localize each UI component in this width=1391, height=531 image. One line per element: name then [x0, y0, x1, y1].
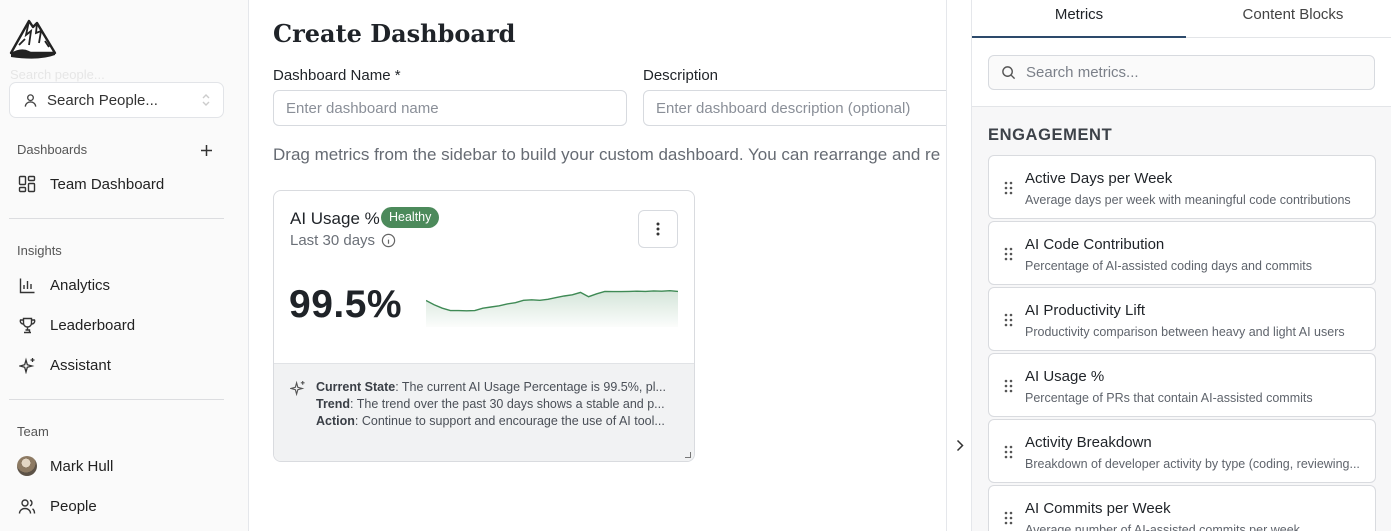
metric-description: Breakdown of developer activity by type …: [1025, 457, 1360, 471]
drag-handle-icon[interactable]: [1004, 181, 1013, 195]
drag-handle-icon[interactable]: [1004, 247, 1013, 261]
metric-search-section: [972, 38, 1391, 107]
left-sidebar: Search people... Search People... Dashbo…: [0, 0, 249, 531]
insight-action: Action: Continue to support and encourag…: [316, 414, 665, 428]
team-section-title: Team: [17, 424, 49, 439]
trophy-icon: [17, 315, 37, 335]
sidebar-divider: [9, 399, 224, 400]
status-badge: Healthy: [381, 207, 440, 228]
card-title: AI Usage %: [290, 209, 380, 228]
sidebar-item-label: Assistant: [50, 356, 111, 374]
sidebar-item-label: People: [50, 497, 97, 515]
metric-description: Average days per week with meaningful co…: [1025, 193, 1351, 207]
drag-handle-icon[interactable]: [1004, 313, 1013, 327]
mountain-logo-icon[interactable]: [9, 15, 57, 61]
tab-content-blocks[interactable]: Content Blocks: [1186, 0, 1391, 38]
ai-insight-panel: Current State: The current AI Usage Perc…: [274, 363, 694, 461]
metric-search-box[interactable]: [988, 55, 1375, 90]
metric-name: AI Usage %: [1025, 368, 1105, 385]
info-icon[interactable]: [381, 233, 396, 248]
dashboard-name-label: Dashboard Name *: [273, 67, 401, 84]
metric-description: Percentage of AI-assisted coding days an…: [1025, 259, 1312, 273]
metric-item-active-days[interactable]: Active Days per Week Average days per we…: [988, 155, 1376, 219]
card-subtitle: Last 30 days: [290, 232, 396, 249]
metric-item-ai-productivity-lift[interactable]: AI Productivity Lift Productivity compar…: [988, 287, 1376, 351]
more-vertical-icon: [656, 222, 660, 236]
metric-item-ai-usage[interactable]: AI Usage % Percentage of PRs that contai…: [988, 353, 1376, 417]
sidebar-item-label: Leaderboard: [50, 316, 136, 334]
sparkline-area: [426, 290, 678, 327]
users-icon: [17, 496, 37, 516]
plus-icon: [200, 144, 212, 156]
chevron-right-icon: [956, 439, 964, 451]
panel-tabs: Metrics Content Blocks: [972, 0, 1391, 38]
sidebar-item-team-dashboard[interactable]: Team Dashboard: [17, 172, 164, 196]
drag-hint-text: Drag metrics from the sidebar to build y…: [273, 145, 941, 164]
user-icon: [24, 93, 37, 107]
metric-description: Productivity comparison between heavy an…: [1025, 325, 1345, 339]
drag-handle-icon[interactable]: [1004, 445, 1013, 459]
chevron-up-down-icon: [202, 94, 210, 106]
category-title: ENGAGEMENT: [988, 126, 1113, 144]
sidebar-item-mark-hull[interactable]: Mark Hull: [17, 454, 113, 478]
insights-section-title: Insights: [17, 243, 62, 258]
sparkles-icon: [17, 355, 37, 375]
people-search-ghost-label: Search people...: [10, 67, 105, 82]
sidebar-item-label: Mark Hull: [50, 457, 114, 475]
metric-search-input[interactable]: [1026, 64, 1366, 81]
search-icon: [1002, 66, 1016, 80]
metric-name: Active Days per Week: [1025, 170, 1173, 187]
metric-value: 99.5%: [289, 283, 403, 326]
dashboard-name-input[interactable]: [273, 90, 627, 126]
description-label: Description: [643, 67, 719, 84]
insight-trend: Trend: The trend over the past 30 days s…: [316, 397, 665, 411]
drag-handle-icon[interactable]: [1004, 379, 1013, 393]
page-title: Create Dashboard: [273, 19, 516, 48]
metric-name: AI Commits per Week: [1025, 500, 1171, 517]
metric-item-ai-commits-per-week[interactable]: AI Commits per Week Average number of AI…: [988, 485, 1376, 531]
metric-description: Percentage of PRs that contain AI-assist…: [1025, 391, 1313, 405]
dashboards-section-title: Dashboards: [17, 142, 88, 157]
sidebar-item-analytics[interactable]: Analytics: [17, 273, 110, 297]
tab-metrics[interactable]: Metrics: [972, 0, 1186, 38]
avatar: [17, 456, 37, 476]
sidebar-item-label: Analytics: [50, 276, 111, 294]
collapse-panel-button[interactable]: [952, 436, 968, 454]
card-menu-button[interactable]: [638, 210, 678, 248]
main-content: Create Dashboard Dashboard Name * Descri…: [249, 0, 946, 531]
metric-name: AI Productivity Lift: [1025, 302, 1146, 319]
sidebar-item-label: Team Dashboard: [50, 175, 165, 193]
sidebar-item-leaderboard[interactable]: Leaderboard: [17, 313, 135, 337]
description-input[interactable]: [643, 90, 946, 126]
dashboard-grid-icon: [17, 174, 37, 194]
sidebar-divider: [9, 218, 224, 219]
panel-collapse-column: [946, 0, 971, 531]
sparkles-icon: [290, 380, 305, 396]
card-period: Last 30 days: [290, 232, 376, 249]
insight-current-state: Current State: The current AI Usage Perc…: [316, 380, 666, 394]
people-search-combobox[interactable]: Search People...: [9, 82, 224, 118]
metric-item-activity-breakdown[interactable]: Activity Breakdown Breakdown of develope…: [988, 419, 1376, 483]
metric-item-ai-code-contribution[interactable]: AI Code Contribution Percentage of AI-as…: [988, 221, 1376, 285]
metrics-panel: Metrics Content Blocks ENGAGEMENT Active…: [971, 0, 1391, 531]
sparkline-chart: [426, 289, 678, 327]
sidebar-item-assistant[interactable]: Assistant: [17, 353, 111, 377]
sidebar-item-people[interactable]: People: [17, 494, 97, 518]
metric-card-ai-usage[interactable]: AI Usage % Healthy Last 30 days 99.5% Cu…: [273, 190, 695, 462]
metric-name: Activity Breakdown: [1025, 434, 1152, 451]
metric-description: Average number of AI-assisted commits pe…: [1025, 523, 1300, 531]
add-dashboard-button[interactable]: [197, 141, 215, 159]
metric-name: AI Code Contribution: [1025, 236, 1165, 253]
bar-chart-icon: [17, 275, 37, 295]
drag-handle-icon[interactable]: [1004, 511, 1013, 525]
card-resize-handle[interactable]: [685, 452, 691, 458]
people-search-label: Search People...: [47, 91, 158, 109]
